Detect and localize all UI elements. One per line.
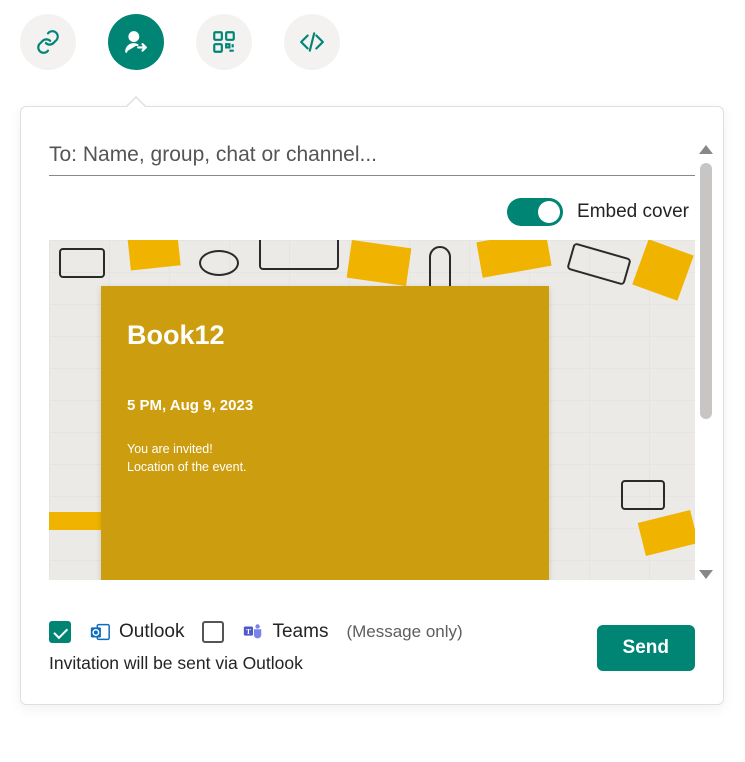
doodle <box>127 240 180 271</box>
person-arrow-icon <box>123 29 149 55</box>
teams-label-text: Teams <box>272 621 328 643</box>
footer-options: Outlook T Teams (Message only) Invitatio… <box>49 621 463 674</box>
invite-panel: Embed cover Book12 5 PM, Aug 9, 2023 You… <box>20 106 724 705</box>
scroll-up[interactable] <box>699 145 713 154</box>
cover-card: Book12 5 PM, Aug 9, 2023 You are invited… <box>101 286 549 580</box>
qr-icon <box>211 29 237 55</box>
scrollbar[interactable] <box>700 163 712 419</box>
outlook-label-text: Outlook <box>119 621 184 643</box>
outlook-checkbox[interactable] <box>49 621 71 643</box>
cover-invited: You are invited! <box>127 440 523 458</box>
scroll-down[interactable] <box>699 570 713 579</box>
cover-time: 5 PM, Aug 9, 2023 <box>127 397 523 414</box>
tab-invite[interactable] <box>108 14 164 70</box>
embed-cover-row: Embed cover <box>49 198 695 226</box>
to-input[interactable] <box>49 137 695 176</box>
code-icon <box>299 29 325 55</box>
embed-cover-toggle[interactable] <box>507 198 563 226</box>
tab-qr[interactable] <box>196 14 252 70</box>
cover-location: Location of the event. <box>127 458 523 476</box>
cover-preview: Book12 5 PM, Aug 9, 2023 You are invited… <box>49 240 695 580</box>
doodle <box>259 240 339 270</box>
panel-footer: Outlook T Teams (Message only) Invitatio… <box>21 585 723 704</box>
message-only-hint: (Message only) <box>346 622 462 642</box>
doodle <box>59 248 105 278</box>
share-method-tabs <box>20 14 725 70</box>
send-button[interactable]: Send <box>597 625 695 671</box>
teams-label: T Teams <box>242 621 328 643</box>
embed-cover-label: Embed cover <box>577 201 689 223</box>
panel-scroll-area: Embed cover Book12 5 PM, Aug 9, 2023 You… <box>21 107 723 585</box>
teams-checkbox[interactable] <box>202 621 224 643</box>
cover-title: Book12 <box>127 320 523 351</box>
tab-link[interactable] <box>20 14 76 70</box>
doodle <box>49 512 107 530</box>
doodle <box>347 240 412 286</box>
outlook-label: Outlook <box>89 621 184 643</box>
send-via-row: Outlook T Teams (Message only) <box>49 621 463 643</box>
doodle <box>621 480 665 510</box>
send-via-note: Invitation will be sent via Outlook <box>49 653 463 674</box>
doodle <box>199 250 239 276</box>
outlook-icon <box>89 621 111 643</box>
svg-text:T: T <box>246 627 251 636</box>
link-icon <box>35 29 61 55</box>
tab-embed[interactable] <box>284 14 340 70</box>
teams-icon: T <box>242 621 264 643</box>
